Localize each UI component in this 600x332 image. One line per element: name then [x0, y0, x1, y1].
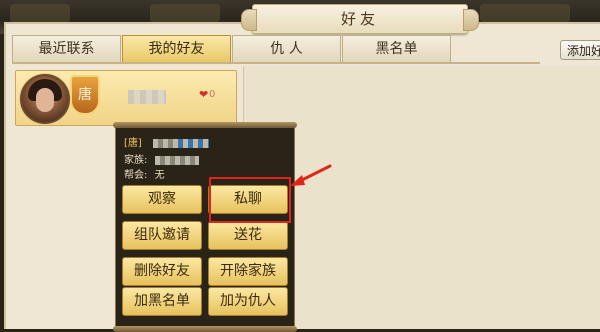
popup-top-scroll: [113, 122, 297, 128]
popup-name-row: [唐]: [124, 134, 209, 149]
tab-blacklist[interactable]: 黑名单: [342, 35, 451, 62]
tab-enemies[interactable]: 仇 人: [232, 35, 341, 62]
window-title: 好友: [340, 10, 379, 28]
intimacy-value: 0: [209, 89, 216, 100]
friend-detail-area: [243, 66, 600, 329]
tab-my-friends[interactable]: 我的好友: [122, 35, 231, 62]
popup-family-label: 家族:: [124, 155, 148, 166]
popup-faction-label: [唐]: [124, 138, 142, 149]
friend-action-popup: [唐] 家族: 帮会: 无 观察 私聊 组队邀请 送花 删除好友 开除家族 加黑…: [113, 122, 297, 332]
friend-avatar[interactable]: [20, 74, 70, 124]
friend-list-item[interactable]: 唐 ❤ 0: [15, 70, 237, 126]
banner-right-cap: [463, 9, 479, 31]
heart-icon: ❤: [199, 88, 209, 101]
annotation-highlight-box: [209, 177, 291, 223]
faction-badge: 唐: [70, 75, 100, 115]
popup-guild-value: 无: [154, 170, 165, 181]
popup-guild-label: 帮会:: [124, 170, 148, 181]
send-flower-button[interactable]: 送花: [208, 221, 288, 250]
popup-bottom-scroll: [113, 326, 297, 332]
blacklist-button[interactable]: 加黑名单: [122, 287, 202, 316]
popup-family-row: 家族:: [124, 151, 199, 166]
tab-bar: 最近联系 我的好友 仇 人 黑名单: [12, 35, 452, 63]
delete-friend-button[interactable]: 删除好友: [122, 257, 202, 286]
window-title-banner: 好友: [241, 4, 479, 34]
add-friend-button[interactable]: 添加好友: [560, 40, 600, 60]
add-enemy-button[interactable]: 加为仇人: [208, 287, 288, 316]
tab-divider: [12, 62, 540, 64]
popup-guild-row: 帮会: 无: [124, 166, 165, 181]
expel-family-button[interactable]: 开除家族: [208, 257, 288, 286]
friend-name-redacted: [128, 90, 166, 104]
annotation-arrow-icon: [290, 164, 332, 186]
tab-recent-contacts[interactable]: 最近联系: [12, 35, 121, 62]
observe-button[interactable]: 观察: [122, 185, 202, 214]
team-invite-button[interactable]: 组队邀请: [122, 221, 202, 250]
banner-left-cap: [241, 9, 257, 31]
